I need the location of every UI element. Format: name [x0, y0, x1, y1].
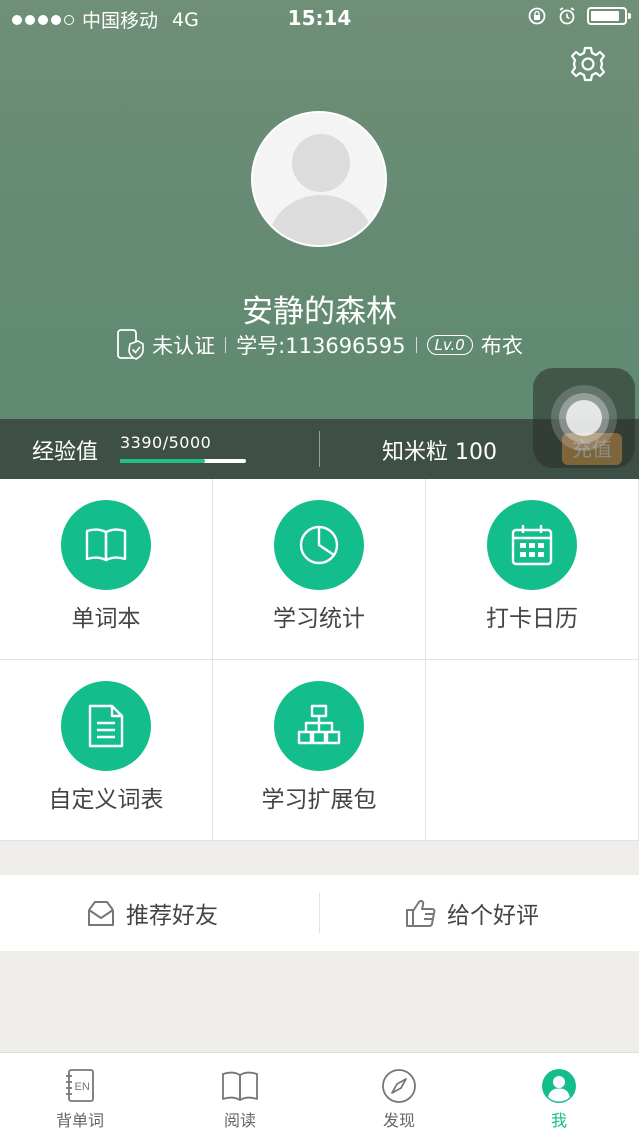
book-icon: [85, 528, 127, 562]
level-badge: Lv.0: [426, 335, 473, 355]
user-info-row: 未认证 学号:113696595 Lv.0 布衣: [0, 328, 639, 362]
pie-chart-icon: [299, 525, 339, 565]
grid-item-custom-list[interactable]: 自定义词表: [0, 660, 213, 841]
verify-shield-icon[interactable]: [116, 328, 144, 362]
bottom-tab-bar: EN 背单词 阅读 发现 我: [0, 1052, 639, 1136]
coins-count: 知米粒 100: [382, 440, 497, 465]
tab-label: 我: [550, 1111, 567, 1130]
document-icon: [88, 704, 124, 748]
rate-app-button[interactable]: 给个好评: [405, 875, 539, 951]
exp-progress-bar: [120, 459, 246, 463]
grid-item-statistics[interactable]: 学习统计: [213, 479, 426, 660]
feature-grid: 单词本 学习统计 打卡日历 自定义词表 学习扩展包: [0, 479, 639, 841]
exp-value: 3390/5000: [120, 433, 212, 452]
exp-label: 经验值: [32, 440, 99, 465]
thumbs-up-icon: [406, 900, 436, 927]
profile-icon: [542, 1069, 576, 1103]
exp-progress-fill: [120, 459, 206, 463]
share-inbox-icon: [88, 901, 114, 926]
grid-item-label: 学习统计: [273, 606, 365, 632]
orientation-lock-icon: [528, 7, 546, 25]
recommend-friends-button[interactable]: 推荐好友: [86, 875, 218, 951]
grid-item-empty: [426, 660, 639, 841]
battery-icon: [587, 7, 631, 25]
tab-label: 发现: [382, 1111, 415, 1130]
grid-item-label: 打卡日历: [486, 606, 578, 632]
recommend-friends-label: 推荐好友: [126, 903, 218, 929]
grid-item-expansion-pack[interactable]: 学习扩展包: [213, 660, 426, 841]
divider: [225, 337, 227, 353]
avatar[interactable]: [251, 111, 387, 247]
tab-label: 阅读: [223, 1111, 256, 1130]
alarm-icon: [559, 7, 575, 25]
tab-me[interactable]: 我: [479, 1053, 639, 1136]
grid-item-calendar[interactable]: 打卡日历: [426, 479, 639, 660]
tab-reading[interactable]: 阅读: [160, 1053, 320, 1136]
divider: [319, 893, 320, 933]
tab-label: 背单词: [55, 1111, 104, 1130]
svg-text:EN: EN: [75, 1081, 90, 1093]
open-book-icon: [222, 1071, 258, 1101]
share-actions-bar: 推荐好友 给个好评: [0, 875, 639, 951]
divider: [319, 431, 320, 467]
verification-status[interactable]: 未认证: [152, 330, 215, 360]
username: 安静的森林: [242, 294, 397, 330]
profile-header: 中国移动 4G 15:14 安静的森林 未认证 学号:113696595 Lv.…: [0, 0, 639, 479]
assistive-touch-button[interactable]: [533, 368, 635, 468]
grid-item-label: 自定义词表: [48, 787, 164, 813]
vocab-book-icon: EN: [66, 1069, 94, 1102]
rate-app-label: 给个好评: [447, 903, 539, 929]
divider: [415, 337, 417, 353]
grid-item-label: 单词本: [71, 606, 141, 632]
student-id: 学号:113696595: [236, 334, 406, 358]
user-rank-title: 布衣: [480, 334, 523, 358]
hierarchy-icon: [297, 704, 341, 745]
tab-discover[interactable]: 发现: [319, 1053, 479, 1136]
compass-icon: [382, 1069, 416, 1103]
settings-gear-icon[interactable]: [566, 42, 610, 86]
calendar-icon: [511, 525, 553, 566]
grid-item-wordbook[interactable]: 单词本: [0, 479, 213, 660]
tab-vocabulary[interactable]: EN 背单词: [0, 1053, 160, 1136]
default-avatar-icon: [253, 113, 385, 245]
status-bar: 中国移动 4G 15:14: [0, 0, 639, 36]
grid-item-label: 学习扩展包: [261, 787, 377, 813]
